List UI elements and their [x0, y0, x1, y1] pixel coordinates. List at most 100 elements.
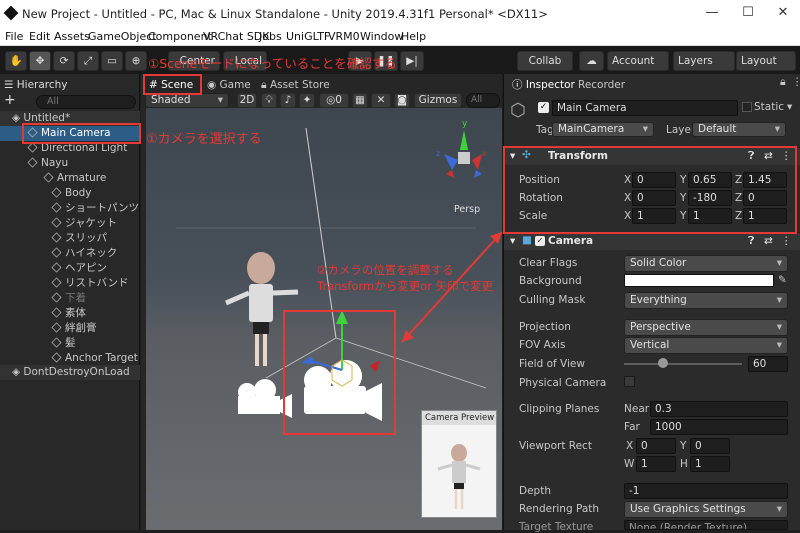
preset-icon[interactable]: ⇄: [764, 235, 773, 247]
hierarchy-item-armature[interactable]: Armature: [0, 171, 140, 186]
depth-input[interactable]: -1: [624, 483, 788, 499]
object-name-input[interactable]: Main Camera: [552, 100, 738, 116]
hierarchy-item-base-body[interactable]: 素体: [0, 306, 140, 321]
camera-header[interactable]: ▾ ■ ✓ Camera ❓︎ ⇄ ⋮: [504, 232, 800, 250]
hierarchy-item-nayu[interactable]: Nayu: [0, 156, 140, 171]
tag-dropdown[interactable]: MainCamera: [552, 122, 654, 137]
menu-jobs[interactable]: Jobs: [259, 30, 282, 43]
lighting-toggle[interactable]: 💡︎: [261, 93, 277, 108]
effects-toggle[interactable]: ✦: [299, 93, 315, 108]
menu-vrm0[interactable]: VRM0: [328, 30, 360, 43]
annotation-arrow: [401, 231, 503, 343]
more-icon[interactable]: ⋮: [792, 76, 800, 88]
hierarchy-item-bandage[interactable]: 絆創膏: [0, 321, 140, 336]
audio-toggle[interactable]: ♪: [280, 93, 296, 108]
clear-flags-dropdown[interactable]: Solid Color: [624, 255, 788, 272]
far-input[interactable]: 1000: [650, 419, 788, 435]
projection-dropdown[interactable]: Perspective: [624, 319, 788, 336]
projection-label[interactable]: Persp: [454, 204, 480, 215]
rect-tool-button[interactable]: ▭: [101, 51, 123, 71]
viewport-x-input[interactable]: 0: [636, 438, 676, 454]
camera-preview-image: [437, 444, 481, 509]
maximize-button[interactable]: ☐: [738, 5, 758, 20]
tab-game[interactable]: ◉ Game: [207, 76, 251, 94]
orientation-gizmo[interactable]: y z x: [436, 119, 487, 178]
viewport-h-label: H: [680, 458, 688, 470]
culling-mask-dropdown[interactable]: Everything: [624, 292, 788, 309]
menu-edit[interactable]: Edit: [29, 30, 50, 43]
shading-mode-dropdown[interactable]: Shaded: [145, 93, 229, 108]
camera-settings-button[interactable]: ◙: [394, 93, 410, 108]
tab-inspector[interactable]: ⓘ Inspector: [512, 76, 575, 94]
hierarchy-item-hairpin[interactable]: ヘアピン: [0, 261, 140, 276]
target-texture-field[interactable]: None (Render Texture): [624, 520, 788, 530]
near-input[interactable]: 0.3: [650, 401, 788, 417]
hierarchy-item-wristband[interactable]: リストバンド: [0, 276, 140, 291]
component-menu-icon[interactable]: ⋮: [781, 235, 792, 247]
move-tool-button[interactable]: ✥: [29, 51, 51, 71]
collab-button[interactable]: Collab: [517, 51, 573, 71]
menu-gameobject[interactable]: GameObject: [88, 30, 157, 43]
layout-dropdown[interactable]: Layout: [736, 51, 796, 71]
hierarchy-item-highneck[interactable]: ハイネック: [0, 246, 140, 261]
menu-unigltf[interactable]: UniGLTF: [286, 30, 330, 43]
annotation-box-camera-gizmo: [283, 310, 396, 435]
hidden-objects-toggle[interactable]: ◎0: [319, 93, 349, 108]
cloud-button[interactable]: ☁: [579, 51, 604, 71]
add-button[interactable]: +: [4, 92, 16, 108]
menu-help[interactable]: Help: [401, 30, 426, 43]
hierarchy-item-dontdestroyonload[interactable]: ◈ DontDestroyOnLoad: [0, 365, 140, 380]
viewport-h-input[interactable]: 1: [690, 456, 730, 472]
tab-asset-store[interactable]: 🔒︎ Asset Store: [261, 76, 330, 94]
static-dropdown-icon[interactable]: ▾: [787, 101, 792, 113]
close-button[interactable]: ✕: [773, 5, 793, 20]
tab-recorder[interactable]: Recorder: [578, 76, 625, 94]
static-checkbox[interactable]: [742, 102, 752, 112]
2d-toggle[interactable]: 2D: [237, 93, 257, 108]
lock-icon[interactable]: 🔒︎: [780, 76, 786, 89]
main-toolbar: ✋ ✥ ⟳ ⤢ ▭ ⊕ Center Local ▶ ❚❚ ▶| Collab …: [0, 46, 800, 74]
annotation-box-transform: [503, 146, 797, 234]
minimize-button[interactable]: —: [702, 5, 722, 20]
step-icon: ▶|: [406, 55, 418, 67]
fov-slider-thumb[interactable]: [657, 358, 668, 368]
grid-toggle[interactable]: ▦: [352, 93, 368, 108]
camera-enabled-checkbox[interactable]: ✓: [535, 236, 545, 246]
hierarchy-item-anchor-target[interactable]: Anchor Target: [0, 351, 140, 366]
hierarchy-item-body[interactable]: Body: [0, 186, 140, 201]
effects-icon: ✦: [302, 94, 312, 106]
viewport-w-input[interactable]: 1: [636, 456, 676, 472]
menu-file[interactable]: File: [5, 30, 23, 43]
scale-tool-button[interactable]: ⤢: [77, 51, 99, 71]
hierarchy-item-slippers[interactable]: スリッパ: [0, 231, 140, 246]
layer-dropdown[interactable]: Default: [692, 122, 786, 137]
tools-toggle[interactable]: ✕: [371, 93, 391, 108]
hierarchy-search-input[interactable]: All: [36, 95, 136, 109]
hierarchy-item-jacket[interactable]: ジャケット: [0, 216, 140, 231]
hand-tool-button[interactable]: ✋: [5, 51, 27, 71]
avatar-jacket: [249, 284, 273, 322]
account-dropdown[interactable]: Account: [607, 51, 669, 71]
fov-axis-dropdown[interactable]: Vertical: [624, 337, 788, 354]
rendering-path-dropdown[interactable]: Use Graphics Settings: [624, 501, 788, 518]
fov-slider-track[interactable]: [624, 363, 742, 365]
viewport-y-input[interactable]: 0: [690, 438, 730, 454]
layers-dropdown[interactable]: Layers: [673, 51, 735, 71]
active-checkbox[interactable]: ✓: [538, 102, 549, 113]
menu-bar: File Edit Assets GameObject Component VR…: [0, 28, 800, 46]
hierarchy-item-underwear[interactable]: 下着: [0, 291, 140, 306]
rotate-tool-button[interactable]: ⟳: [53, 51, 75, 71]
hierarchy-item-shorts[interactable]: ショートパンツ: [0, 201, 140, 216]
background-color-swatch[interactable]: [624, 274, 774, 287]
gizmos-dropdown[interactable]: Gizmos: [414, 93, 462, 108]
eyedropper-icon[interactable]: ✎: [778, 274, 787, 286]
menu-window[interactable]: Window: [360, 30, 403, 43]
scene-search-input[interactable]: All: [466, 93, 500, 108]
menu-assets[interactable]: Assets: [54, 30, 90, 43]
step-button[interactable]: ▶|: [400, 51, 424, 71]
hierarchy-item-hair[interactable]: 髪: [0, 336, 140, 351]
fov-input[interactable]: 60: [748, 356, 788, 372]
physical-camera-checkbox[interactable]: [624, 376, 635, 387]
help-icon[interactable]: ❓︎: [748, 235, 754, 248]
transform-tool-button[interactable]: ⊕: [125, 51, 147, 71]
